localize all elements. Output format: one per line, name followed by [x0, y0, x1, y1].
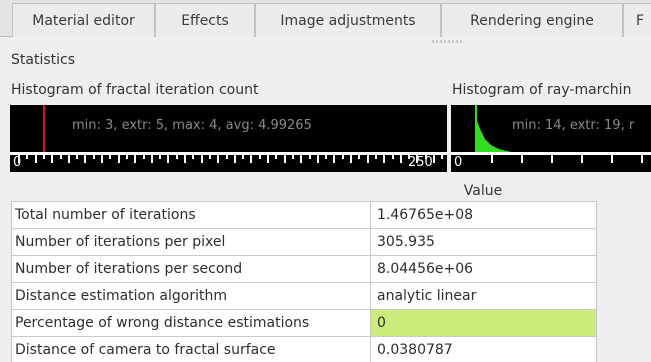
table-corner-header	[11, 179, 369, 202]
tab-label: Effects	[181, 12, 229, 29]
row-name: Distance of camera to fractal surface	[11, 337, 370, 362]
tab-effects[interactable]: Effects	[155, 3, 255, 37]
axis-tick	[225, 152, 228, 159]
axis-tick	[308, 152, 311, 159]
axis-tick	[341, 152, 344, 159]
tab-label: Material editor	[32, 12, 135, 29]
axis-tick	[34, 152, 37, 163]
splitter-grip[interactable]	[432, 40, 462, 43]
axis-tick	[316, 152, 319, 163]
axis-tick	[250, 152, 253, 163]
axis-tick	[441, 152, 444, 159]
axis-start-label: 0	[13, 155, 22, 170]
tab-label: Rendering engine	[470, 12, 594, 29]
histogram-marker	[43, 105, 45, 152]
axis-tick	[217, 152, 220, 163]
axis-start-label: 0	[454, 155, 463, 170]
axis-tick	[233, 152, 236, 163]
histogram-raymarching: min: 14, extr: 19, r 0	[451, 105, 651, 172]
axis-tick	[333, 152, 336, 163]
row-name: Number of iterations per pixel	[11, 229, 370, 256]
table-row: Distance of camera to fractal surface 0.…	[11, 337, 597, 362]
table-row: Percentage of wrong distance estimations…	[11, 310, 597, 337]
axis-tick	[59, 152, 62, 159]
tab-label: Image adjustments	[280, 12, 416, 29]
value-column-header[interactable]: Value	[369, 183, 597, 202]
tab-truncated[interactable]: F	[623, 3, 651, 37]
axis-tick	[76, 152, 79, 159]
axis-tick	[433, 152, 435, 163]
axis-tick	[358, 152, 361, 159]
axis-tick	[283, 152, 286, 163]
axis-tick	[175, 152, 178, 159]
tab-rendering-engine[interactable]: Rendering engine	[441, 3, 623, 37]
axis-tick	[208, 152, 211, 159]
row-value[interactable]: 0.0380787	[370, 337, 597, 362]
row-name: Distance estimation algorithm	[11, 283, 370, 310]
axis-tick	[117, 152, 120, 163]
axis-tick	[150, 152, 153, 163]
axis-tick	[125, 152, 128, 159]
axis-tick	[641, 152, 643, 163]
tab-label: F	[636, 12, 645, 29]
axis-tick	[399, 152, 402, 163]
row-value[interactable]: 8.04456e+06	[370, 256, 597, 283]
axis-end-label: 250	[408, 155, 433, 170]
axis-tick	[383, 152, 386, 163]
axis-tick	[581, 152, 583, 163]
histogram-iterations: min: 3, extr: 5, max: 4, avg: 4.99265 0 …	[10, 105, 447, 172]
axis-tick	[325, 152, 328, 159]
row-value[interactable]: analytic linear	[370, 283, 597, 310]
axis-tick	[391, 152, 394, 159]
tab-material-editor[interactable]: Material editor	[12, 3, 155, 37]
axis-tick	[159, 152, 162, 159]
axis-tick	[258, 152, 261, 159]
histogram-summary: min: 3, extr: 5, max: 4, avg: 4.99265	[72, 118, 312, 133]
axis-tick	[192, 152, 195, 159]
axis-tick	[291, 152, 294, 159]
row-value[interactable]: 305.935	[370, 229, 597, 256]
row-name: Number of iterations per second	[11, 256, 370, 283]
axis-tick	[611, 152, 613, 163]
row-value[interactable]: 1.46765e+08	[370, 202, 597, 229]
axis-tick	[366, 152, 369, 163]
table-row: Distance estimation algorithm analytic l…	[11, 283, 597, 310]
table-row: Number of iterations per pixel 305.935	[11, 229, 597, 256]
axis-tick	[491, 152, 493, 163]
axis-tick	[350, 152, 352, 163]
axis-tick	[300, 152, 303, 163]
axis-tick	[142, 152, 145, 159]
axis-tick	[109, 152, 112, 159]
axis-tick	[184, 152, 186, 163]
axis-tick	[84, 152, 87, 163]
axis-tick	[374, 152, 377, 159]
table-row: Number of iterations per second 8.04456e…	[11, 256, 597, 283]
axis-tick	[92, 152, 95, 159]
axis-tick	[242, 152, 245, 159]
axis-tick	[521, 152, 523, 163]
axis-tick	[167, 152, 170, 163]
tab-image-adjustments[interactable]: Image adjustments	[255, 3, 441, 37]
histogram-summary: min: 14, extr: 19, r	[512, 118, 635, 133]
axis-tick	[42, 152, 45, 159]
tab-bar: Material editor Effects Image adjustment…	[0, 0, 651, 37]
axis-tick	[26, 152, 29, 159]
axis-tick	[551, 152, 553, 163]
axis-tick	[101, 152, 103, 163]
histogram-iterations-label: Histogram of fractal iteration count	[11, 82, 259, 98]
row-value-highlighted[interactable]: 0	[370, 310, 597, 337]
axis-tick	[275, 152, 278, 159]
histogram-bars	[475, 105, 511, 152]
row-name: Total number of iterations	[11, 202, 370, 229]
axis-tick	[67, 152, 70, 163]
row-name: Percentage of wrong distance estimations	[11, 310, 370, 337]
axis-tick	[267, 152, 269, 163]
section-title: Statistics	[11, 52, 75, 68]
table-row: Total number of iterations 1.46765e+08	[11, 202, 597, 229]
axis-tick	[200, 152, 203, 163]
axis-tick	[134, 152, 137, 163]
histogram-raymarching-label: Histogram of ray-marchin	[452, 82, 632, 98]
axis-tick	[51, 152, 54, 163]
